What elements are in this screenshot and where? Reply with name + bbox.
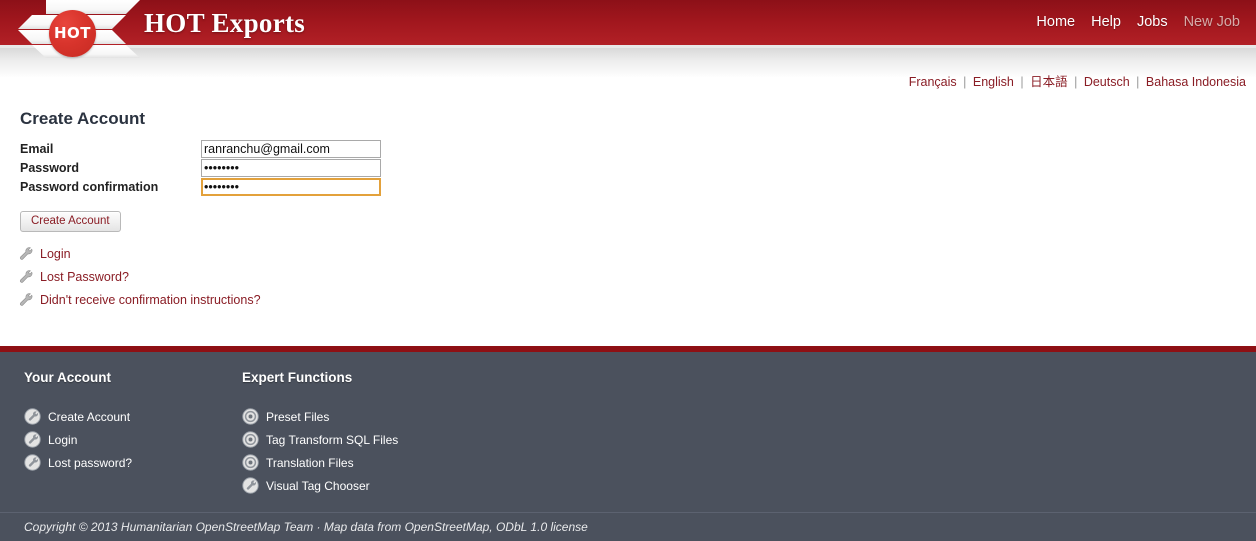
footer-link-tag-transform-sql-files[interactable]: Tag Transform SQL Files <box>242 428 398 451</box>
site-title: HOT Exports <box>144 8 306 38</box>
language-separator: | <box>1136 75 1140 89</box>
footer-link-label[interactable]: Create Account <box>48 410 130 424</box>
form-row-password-confirmation: Password confirmation <box>20 178 381 196</box>
hot-ribbon-logo[interactable]: HOT <box>0 0 160 58</box>
language-separator: | <box>1020 75 1024 89</box>
password-field[interactable] <box>201 159 381 177</box>
copyright-bar: Copyright © 2013 Humanitarian OpenStreet… <box>0 512 1256 534</box>
language-link-japanese[interactable]: 日本語 <box>1030 75 1068 89</box>
nav-item-home[interactable]: Home <box>1036 14 1075 30</box>
footer-heading-your-account: Your Account <box>24 370 111 385</box>
wrench-icon <box>20 292 33 306</box>
auth-link-login[interactable]: Login <box>18 242 261 265</box>
email-field[interactable] <box>201 140 381 158</box>
language-separator: | <box>963 75 967 89</box>
hot-logo-text: HOT <box>53 24 92 42</box>
wrench-badge-icon <box>24 431 41 448</box>
hot-logo-badge: HOT <box>49 10 96 57</box>
target-badge-icon <box>242 454 259 471</box>
language-link-deutsch[interactable]: Deutsch <box>1084 75 1130 89</box>
nav-item-help[interactable]: Help <box>1091 14 1121 30</box>
wrench-icon <box>20 246 33 260</box>
email-label: Email <box>20 142 54 156</box>
language-selector: Français | English | 日本語 | Deutsch | Bah… <box>909 71 1246 90</box>
footer-link-create-account[interactable]: Create Account <box>24 405 132 428</box>
auth-link-label[interactable]: Login <box>40 247 71 261</box>
create-account-form: Email Password Password confirmation <box>20 140 381 196</box>
footer-column-expert-functions: Expert Functions Preset Files Tag Transf… <box>242 370 398 497</box>
page-title: Create Account <box>20 109 146 128</box>
main-content: Create Account Email Password Password c… <box>0 0 1256 346</box>
auth-link-confirmation-instructions[interactable]: Didn't receive confirmation instructions… <box>18 288 261 311</box>
footer-link-login[interactable]: Login <box>24 428 132 451</box>
footer-link-visual-tag-chooser[interactable]: Visual Tag Chooser <box>242 474 398 497</box>
footer-link-preset-files[interactable]: Preset Files <box>242 405 398 428</box>
footer-heading-expert-functions: Expert Functions <box>242 370 353 385</box>
auth-link-lost-password[interactable]: Lost Password? <box>18 265 261 288</box>
wrench-badge-icon <box>24 408 41 425</box>
copyright-text: Copyright © 2013 Humanitarian OpenStreet… <box>24 520 588 534</box>
footer-link-label[interactable]: Lost password? <box>48 456 132 470</box>
footer-link-label[interactable]: Translation Files <box>266 456 354 470</box>
main-nav: Home Help Jobs New Job <box>1036 14 1240 30</box>
footer-link-label[interactable]: Visual Tag Chooser <box>266 479 370 493</box>
target-badge-icon <box>242 431 259 448</box>
language-separator: | <box>1074 75 1078 89</box>
nav-item-new-job[interactable]: New Job <box>1184 14 1240 30</box>
create-account-button[interactable]: Create Account <box>20 211 121 232</box>
footer-link-label[interactable]: Preset Files <box>266 410 329 424</box>
footer-column-your-account: Your Account Create Account Login Lost p… <box>24 370 132 474</box>
form-row-password: Password <box>20 159 381 177</box>
language-link-english[interactable]: English <box>973 75 1014 89</box>
wrench-icon <box>20 269 33 283</box>
target-badge-icon <box>242 408 259 425</box>
form-row-email: Email <box>20 140 381 158</box>
auth-link-label[interactable]: Lost Password? <box>40 270 129 284</box>
wrench-badge-icon <box>24 454 41 471</box>
auth-link-label[interactable]: Didn't receive confirmation instructions… <box>40 293 261 307</box>
language-link-bahasa-indonesia[interactable]: Bahasa Indonesia <box>1146 75 1246 89</box>
auth-links: Login Lost Password? Didn't receive conf… <box>18 242 261 311</box>
nav-item-jobs[interactable]: Jobs <box>1137 14 1168 30</box>
footer-link-label[interactable]: Login <box>48 433 77 447</box>
password-confirmation-field[interactable] <box>201 178 381 196</box>
footer-link-lost-password[interactable]: Lost password? <box>24 451 132 474</box>
password-label: Password <box>20 161 80 175</box>
password-confirmation-label: Password confirmation <box>20 180 159 194</box>
language-link-francais[interactable]: Français <box>909 75 957 89</box>
header-bottom-line <box>0 45 1256 48</box>
footer-link-label[interactable]: Tag Transform SQL Files <box>266 433 398 447</box>
wrench-badge-icon <box>242 477 259 494</box>
footer-link-translation-files[interactable]: Translation Files <box>242 451 398 474</box>
